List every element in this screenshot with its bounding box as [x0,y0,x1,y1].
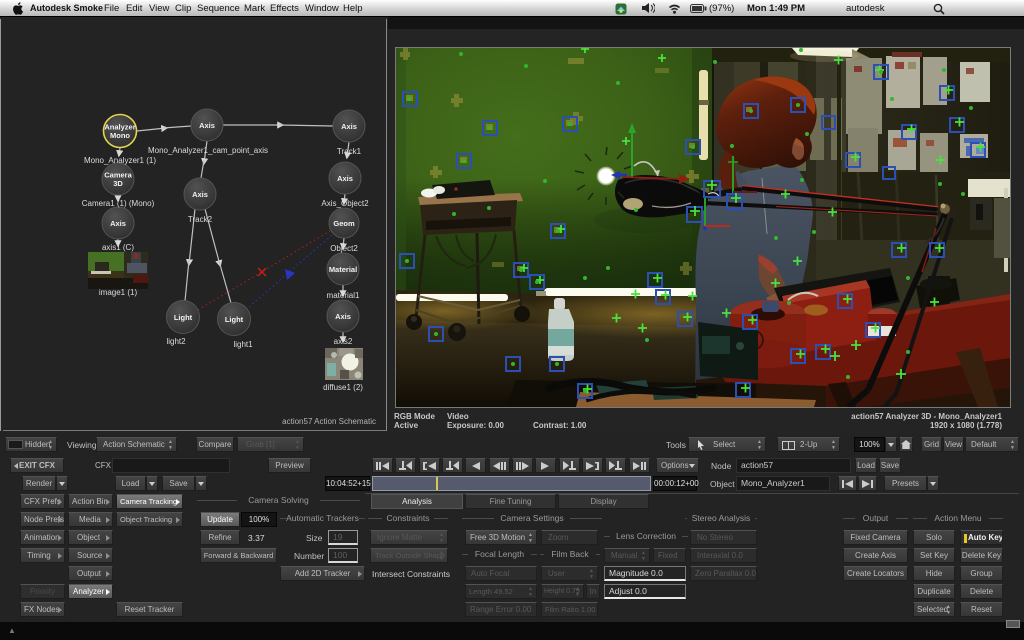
svg-text:Mono_Analyzer1_cam_point_axis: Mono_Analyzer1_cam_point_axis [148,146,268,155]
svg-text:diffuse1 (2): diffuse1 (2) [323,383,363,392]
svg-text:Light: Light [174,313,193,322]
svg-text:Axis: Axis [192,190,208,199]
svg-text:Light: Light [225,315,244,324]
svg-text:material1: material1 [327,291,360,300]
svg-text:Mono: Mono [110,131,130,140]
svg-text:Object2: Object2 [330,244,358,253]
svg-text:Mono_Analyzer1 (1): Mono_Analyzer1 (1) [84,156,156,165]
svg-text:Axis: Axis [341,122,357,131]
svg-text:Track2: Track2 [188,215,213,224]
svg-text:light1: light1 [233,340,253,349]
svg-text:Geom: Geom [333,219,355,228]
svg-text:Track1: Track1 [337,147,362,156]
svg-text:Axis: Axis [199,121,215,130]
svg-text:3D: 3D [113,179,123,188]
svg-text:Axis: Axis [337,174,353,183]
svg-text:Camera1 (1) (Mono): Camera1 (1) (Mono) [82,199,155,208]
svg-text:light2: light2 [166,337,186,346]
svg-text:Axis_Object2: Axis_Object2 [321,199,369,208]
svg-text:Axis: Axis [110,219,126,228]
svg-text:axis1 (C): axis1 (C) [102,243,134,252]
svg-text:Axis: Axis [335,312,351,321]
svg-text:image1 (1): image1 (1) [99,288,138,297]
svg-text:axis2: axis2 [334,337,353,346]
svg-text:Material: Material [329,265,357,274]
